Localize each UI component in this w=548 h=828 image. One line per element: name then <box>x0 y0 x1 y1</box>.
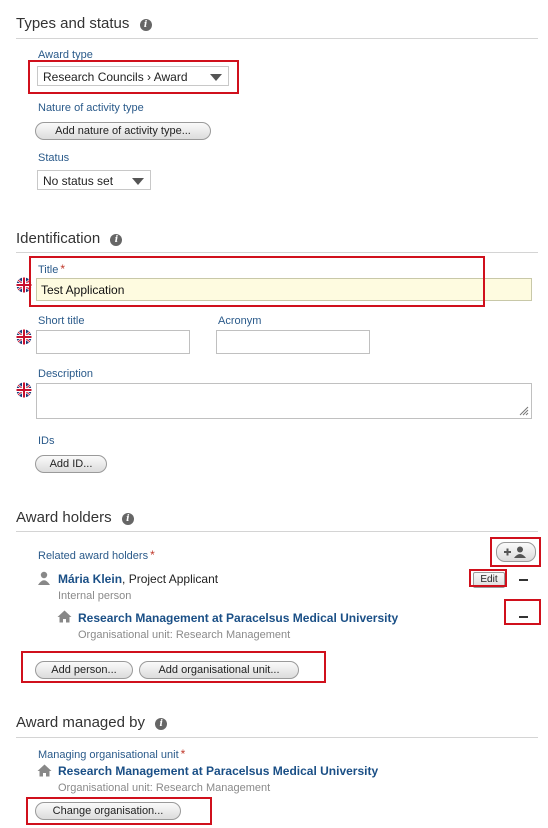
award-holders-heading: Award holders i <box>16 509 134 526</box>
acronym-label: Acronym <box>218 315 262 327</box>
managing-org-subtitle: Organisational unit: Research Management <box>58 782 271 794</box>
acronym-input[interactable] <box>216 330 370 354</box>
info-icon[interactable]: i <box>139 19 152 31</box>
managing-unit-label: Managing organisational unit * <box>38 747 185 761</box>
nature-label: Nature of activity type <box>38 102 144 114</box>
highlight-edit <box>469 569 507 587</box>
description-textarea[interactable] <box>36 383 532 419</box>
short-title-label: Short title <box>38 315 85 327</box>
status-value: No status set <box>43 174 114 188</box>
managing-org-link[interactable]: Research Management at Paracelsus Medica… <box>58 764 378 778</box>
info-icon[interactable]: i <box>155 718 168 730</box>
divider <box>16 531 538 532</box>
highlight-add-person <box>490 537 541 567</box>
chevron-down-icon <box>132 178 144 185</box>
divider <box>16 737 538 738</box>
uk-flag-icon[interactable] <box>16 329 32 345</box>
person-role: , Project Applicant <box>122 572 219 586</box>
highlight-add-buttons <box>21 651 326 683</box>
person-icon <box>38 571 50 585</box>
description-label: Description <box>38 368 94 380</box>
award-managed-heading: Award managed by i <box>16 714 168 731</box>
award-managed-title: Award managed by <box>16 714 145 731</box>
info-icon[interactable]: i <box>121 513 134 525</box>
related-holders-label: Related award holders * <box>38 548 155 562</box>
divider <box>16 38 538 39</box>
short-title-input[interactable] <box>36 330 190 354</box>
status-select[interactable]: No status set <box>37 170 151 190</box>
add-id-button[interactable]: Add ID... <box>35 455 107 473</box>
person-entry: Mária Klein, Project Applicant <box>58 572 218 586</box>
types-status-title: Types and status <box>16 15 130 32</box>
required-marker: * <box>180 747 186 761</box>
remove-person-icon[interactable] <box>519 579 528 581</box>
person-name-link[interactable]: Mária Klein <box>58 572 122 586</box>
related-holders-label-text: Related award holders <box>38 550 149 562</box>
managing-unit-label-text: Managing organisational unit <box>38 749 179 761</box>
highlight-change-org <box>26 797 212 825</box>
highlight-remove-org <box>504 599 541 625</box>
add-nature-button[interactable]: Add nature of activity type... <box>35 122 211 140</box>
uk-flag-icon[interactable] <box>16 382 32 398</box>
highlight-title <box>29 256 485 307</box>
identification-heading: Identification i <box>16 230 123 247</box>
status-label: Status <box>38 152 70 164</box>
person-type: Internal person <box>58 590 132 602</box>
info-icon[interactable]: i <box>110 234 123 246</box>
divider <box>16 252 538 253</box>
org-link[interactable]: Research Management at Paracelsus Medica… <box>78 611 398 625</box>
required-marker: * <box>150 548 155 562</box>
house-icon <box>57 610 72 623</box>
ids-label: IDs <box>38 435 55 447</box>
org-subtitle: Organisational unit: Research Management <box>78 629 291 641</box>
resize-handle-icon[interactable] <box>519 406 529 416</box>
highlight-award-type <box>28 60 239 94</box>
house-icon <box>37 764 52 777</box>
award-holders-title: Award holders <box>16 509 112 526</box>
types-status-heading: Types and status i <box>16 15 152 32</box>
identification-title: Identification <box>16 230 101 247</box>
